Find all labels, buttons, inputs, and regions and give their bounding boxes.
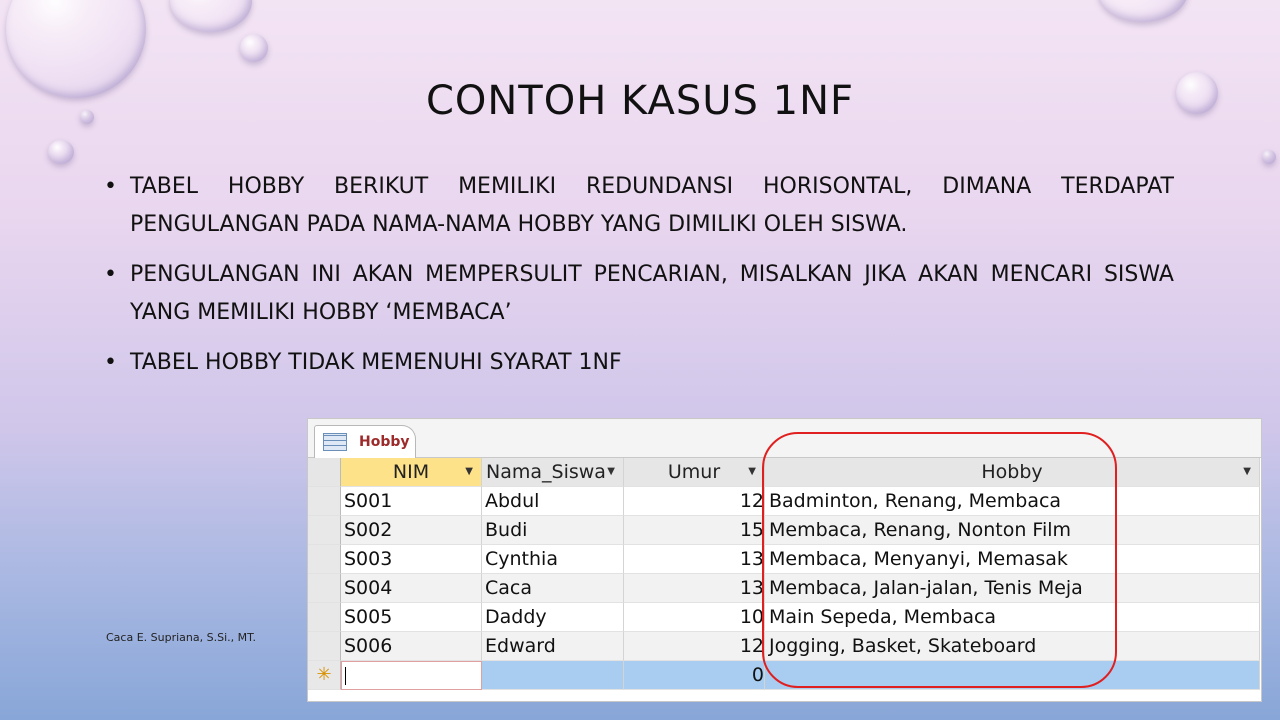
column-header-umur[interactable]: Umur ▼ xyxy=(624,458,765,487)
bullet-item: • Tabel Hobby berikut memiliki redundans… xyxy=(104,168,1174,244)
table-row[interactable]: S006 Edward 12 Jogging, Basket, Skateboa… xyxy=(308,632,1260,661)
cell-hobby[interactable]: Membaca, Menyanyi, Memasak xyxy=(765,545,1260,574)
cell-nama-siswa[interactable]: Abdul xyxy=(482,487,624,516)
select-all-corner[interactable] xyxy=(308,458,341,487)
cell-nama-siswa[interactable]: Edward xyxy=(482,632,624,661)
dropdown-arrow-icon[interactable]: ▼ xyxy=(748,458,756,486)
cell-umur[interactable]: 12 xyxy=(624,487,765,516)
column-header-nim[interactable]: NIM ▼ xyxy=(341,458,482,487)
table-row[interactable]: S003 Cynthia 13 Membaca, Menyanyi, Memas… xyxy=(308,545,1260,574)
table-row[interactable]: S004 Caca 13 Membaca, Jalan-jalan, Tenis… xyxy=(308,574,1260,603)
table-row[interactable]: S001 Abdul 12 Badminton, Renang, Membaca xyxy=(308,487,1260,516)
new-record-nim-input[interactable] xyxy=(341,661,482,690)
access-table-window: Hobby NIM ▼ Nama_Siswa ▼ Umur ▼ Hobby ▼ S001… xyxy=(307,418,1262,702)
table-icon xyxy=(323,433,347,451)
table-row[interactable]: S002 Budi 15 Membaca, Renang, Nonton Fil… xyxy=(308,516,1260,545)
document-tab-bar: Hobby xyxy=(308,419,1261,458)
bubble-decoration xyxy=(1262,150,1276,164)
row-selector[interactable] xyxy=(308,574,341,603)
cell-hobby[interactable]: Membaca, Renang, Nonton Film xyxy=(765,516,1260,545)
cell-nim[interactable]: S005 xyxy=(341,603,482,632)
column-header-label: NIM xyxy=(392,461,430,483)
text-cursor xyxy=(345,667,346,685)
cell-nama-siswa[interactable]: Cynthia xyxy=(482,545,624,574)
bullet-item: • Tabel Hobby tidak memenuhi syarat 1NF xyxy=(104,344,1174,382)
cell-hobby[interactable]: Membaca, Jalan-jalan, Tenis Meja xyxy=(765,574,1260,603)
new-record-nama-input[interactable] xyxy=(482,661,624,690)
column-header-label: Nama_Siswa xyxy=(486,461,606,483)
column-header-hobby[interactable]: Hobby ▼ xyxy=(765,458,1260,487)
cell-umur[interactable]: 10 xyxy=(624,603,765,632)
column-header-label: Umur xyxy=(667,461,721,483)
bullet-text: Tabel Hobby berikut memiliki redundansi … xyxy=(130,174,1174,237)
table-row[interactable]: S005 Daddy 10 Main Sepeda, Membaca xyxy=(308,603,1260,632)
row-selector[interactable] xyxy=(308,545,341,574)
tab-label: Hobby xyxy=(359,434,410,450)
datasheet-grid: NIM ▼ Nama_Siswa ▼ Umur ▼ Hobby ▼ S001 Abdul… xyxy=(308,458,1260,690)
cell-nim[interactable]: S004 xyxy=(341,574,482,603)
cell-nama-siswa[interactable]: Budi xyxy=(482,516,624,545)
column-header-label: Hobby xyxy=(981,461,1043,483)
cell-nim[interactable]: S002 xyxy=(341,516,482,545)
cell-umur[interactable]: 13 xyxy=(624,545,765,574)
bubble-decoration xyxy=(240,34,268,62)
cell-umur[interactable]: 13 xyxy=(624,574,765,603)
cell-nim[interactable]: S003 xyxy=(341,545,482,574)
row-selector[interactable] xyxy=(308,487,341,516)
cell-nama-siswa[interactable]: Caca xyxy=(482,574,624,603)
cell-umur[interactable]: 12 xyxy=(624,632,765,661)
new-record-row[interactable]: ✳ 0 xyxy=(308,661,1260,690)
row-selector[interactable] xyxy=(308,632,341,661)
slide-title: Contoh Kasus 1NF xyxy=(425,78,855,124)
column-header-nama-siswa[interactable]: Nama_Siswa ▼ xyxy=(482,458,624,487)
new-record-hobby-input[interactable] xyxy=(765,661,1260,690)
cell-umur[interactable]: 15 xyxy=(624,516,765,545)
cell-hobby[interactable]: Main Sepeda, Membaca xyxy=(765,603,1260,632)
author-credit: Caca E. Supriana, S.Si., MT. xyxy=(106,631,257,644)
new-record-icon[interactable]: ✳ xyxy=(308,661,341,690)
cell-nim[interactable]: S006 xyxy=(341,632,482,661)
bullet-item: • Pengulangan ini akan mempersulit penca… xyxy=(104,256,1174,332)
bubble-decoration xyxy=(48,140,74,164)
bullet-dot-icon: • xyxy=(104,350,117,375)
cell-nama-siswa[interactable]: Daddy xyxy=(482,603,624,632)
row-selector[interactable] xyxy=(308,603,341,632)
bullet-text: Pengulangan ini akan mempersulit pencari… xyxy=(130,262,1174,325)
cell-hobby[interactable]: Badminton, Renang, Membaca xyxy=(765,487,1260,516)
tab-hobby[interactable]: Hobby xyxy=(314,425,416,458)
bullet-dot-icon: • xyxy=(104,174,117,199)
bubble-decoration xyxy=(1098,0,1188,22)
bullet-text: Tabel Hobby tidak memenuhi syarat 1NF xyxy=(130,350,622,375)
bullet-list: • Tabel Hobby berikut memiliki redundans… xyxy=(104,168,1174,394)
new-record-umur-input[interactable]: 0 xyxy=(624,661,765,690)
row-selector[interactable] xyxy=(308,516,341,545)
dropdown-arrow-icon[interactable]: ▼ xyxy=(607,458,615,486)
bubble-decoration xyxy=(170,0,252,32)
cell-hobby[interactable]: Jogging, Basket, Skateboard xyxy=(765,632,1260,661)
dropdown-arrow-icon[interactable]: ▼ xyxy=(1243,458,1251,486)
cell-nim[interactable]: S001 xyxy=(341,487,482,516)
bullet-dot-icon: • xyxy=(104,262,117,287)
header-row: NIM ▼ Nama_Siswa ▼ Umur ▼ Hobby ▼ xyxy=(308,458,1260,487)
dropdown-arrow-icon[interactable]: ▼ xyxy=(465,458,473,486)
